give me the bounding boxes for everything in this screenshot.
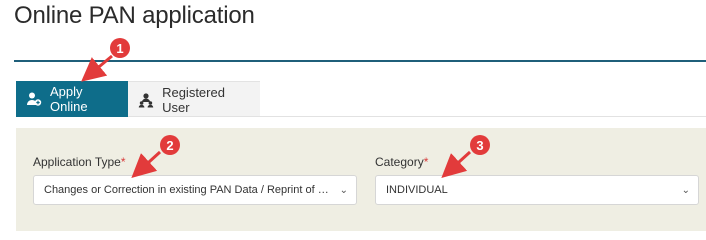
page-title: Online PAN application bbox=[14, 2, 255, 29]
category-value: INDIVIDUAL bbox=[386, 184, 448, 196]
chevron-down-icon: ⌄ bbox=[681, 184, 690, 196]
category-select[interactable]: INDIVIDUAL ⌄ bbox=[375, 175, 699, 205]
annotation-marker-2: 2 bbox=[160, 135, 180, 155]
tabs-divider bbox=[128, 116, 706, 117]
tab-apply-online[interactable]: Apply Online bbox=[16, 81, 128, 117]
chevron-down-icon: ⌄ bbox=[339, 184, 348, 196]
tab-label: Apply Online bbox=[50, 84, 88, 114]
arrow-1 bbox=[81, 54, 113, 82]
user-add-icon bbox=[26, 90, 42, 108]
annotation-marker-3: 3 bbox=[470, 135, 490, 155]
application-type-select[interactable]: Changes or Correction in existing PAN Da… bbox=[33, 175, 357, 205]
tab-label: Registered User bbox=[162, 84, 225, 115]
category-label: Category* bbox=[375, 155, 429, 169]
tab-bar: Apply Online Registered User bbox=[16, 81, 260, 117]
application-type-value: Changes or Correction in existing PAN Da… bbox=[44, 184, 334, 196]
user-group-icon bbox=[138, 91, 154, 109]
application-type-label: Application Type* bbox=[33, 155, 126, 169]
title-divider bbox=[14, 60, 706, 62]
tab-registered-user[interactable]: Registered User bbox=[128, 81, 260, 117]
annotation-marker-1: 1 bbox=[110, 38, 130, 58]
